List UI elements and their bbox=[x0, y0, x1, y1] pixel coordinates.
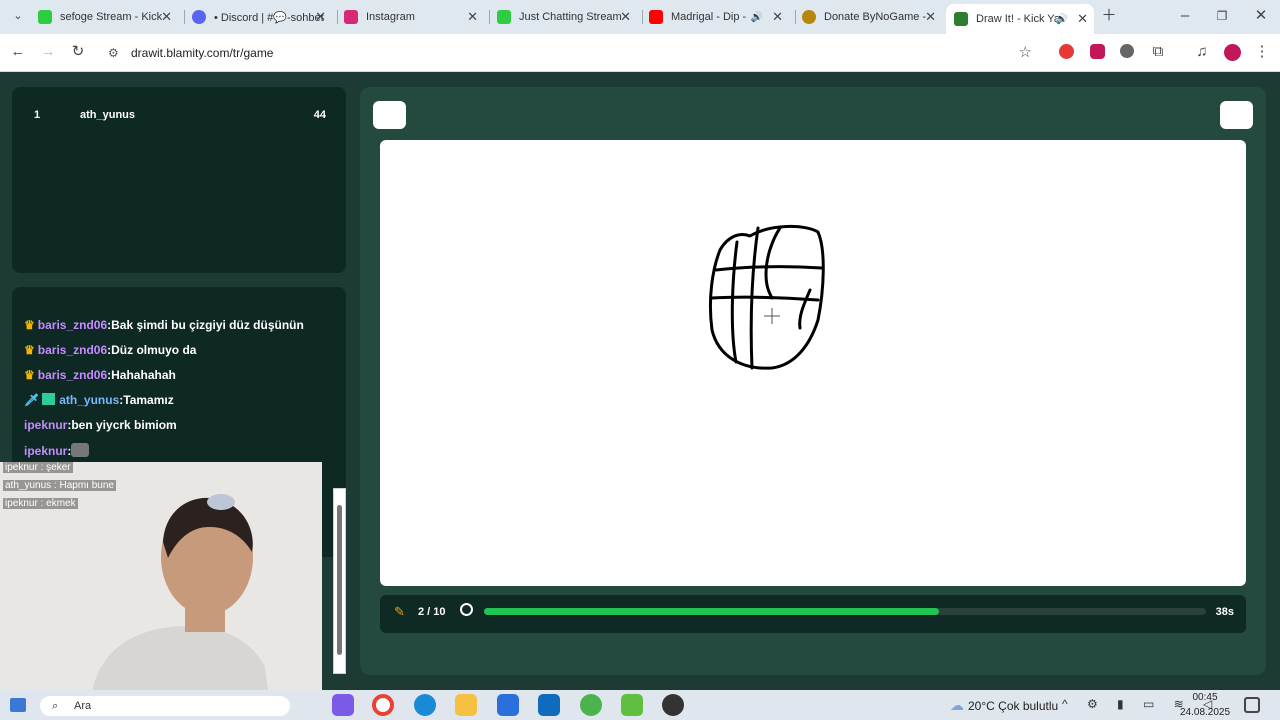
new-tab-plus-icon[interactable]: ＋ bbox=[1099, 6, 1119, 26]
tab-draw-it[interactable]: Draw It! - Kick Ya 🔊 ✕ bbox=[946, 4, 1094, 34]
extension-gear-icon[interactable] bbox=[1120, 44, 1134, 58]
leaderboard-panel: 1 ath_yunus 44 bbox=[12, 87, 346, 273]
close-icon[interactable]: ✕ bbox=[925, 9, 936, 25]
youtube-favicon-icon bbox=[649, 10, 663, 24]
reload-icon[interactable]: ↻ bbox=[68, 42, 88, 62]
pencil-icon: ✎ bbox=[394, 604, 405, 619]
bynogame-favicon-icon bbox=[802, 10, 816, 24]
close-icon[interactable]: ✕ bbox=[772, 9, 783, 25]
file-explorer-icon[interactable] bbox=[455, 694, 477, 716]
chat-message: ♛ baris_znd06:Bak şimdi bu çizgiyi düz dü… bbox=[24, 318, 304, 332]
site-info-icon[interactable]: ⚙ bbox=[108, 39, 119, 67]
clock-date: 24.08.2025 bbox=[1180, 707, 1231, 718]
windows-taskbar: ⌕ Ara ☁ 20°C Çok bulutlu ^ ⚙ ▮ ▭ ≋ ◁ 00:4… bbox=[0, 690, 1280, 720]
drawing-canvas[interactable] bbox=[380, 140, 1246, 586]
chat-message: ♛ baris_znd06:Düz olmuyo da bbox=[24, 343, 197, 357]
instagram-favicon-icon bbox=[344, 10, 358, 24]
close-icon[interactable]: ✕ bbox=[467, 9, 478, 25]
chat-message: ipeknur: bbox=[24, 443, 90, 458]
cat-emote-icon bbox=[71, 443, 90, 457]
right-tool-button[interactable] bbox=[1220, 101, 1253, 129]
game-board: ✎ 2 / 10 38s bbox=[360, 87, 1266, 675]
chrome-icon[interactable] bbox=[372, 694, 394, 716]
tab-instagram[interactable]: Instagram ✕ bbox=[344, 4, 484, 30]
overlay-chat-line: ipeknur : ekmek bbox=[3, 498, 78, 509]
tab-just-chatting[interactable]: Just Chatting Stream ✕ bbox=[497, 4, 637, 30]
chat-message: ♛ baris_znd06:Hahahahah bbox=[24, 368, 176, 382]
chat-message: 🗡 ath_yunus:Tamamız bbox=[24, 393, 174, 407]
forward-arrow-icon[interactable]: → bbox=[38, 42, 58, 62]
profile-avatar[interactable] bbox=[1224, 44, 1241, 61]
back-arrow-icon[interactable]: ← bbox=[8, 42, 28, 62]
kick-favicon-icon bbox=[38, 10, 52, 24]
url-text: drawit.blamity.com/tr/game bbox=[131, 46, 274, 60]
drawit-favicon-icon bbox=[954, 12, 968, 26]
sword-badge-icon: 🗡 bbox=[24, 393, 40, 407]
minimize-window-icon[interactable]: – bbox=[1175, 6, 1195, 26]
search-icon: ⌕ bbox=[52, 700, 59, 712]
audio-playing-icon[interactable]: 🔊 bbox=[1056, 14, 1068, 25]
clock[interactable]: 00:45 24.08.2025 bbox=[1180, 690, 1230, 720]
edge-icon[interactable] bbox=[414, 694, 436, 716]
bookmark-star-icon[interactable]: ☆ bbox=[1019, 39, 1032, 67]
chat-message: ipeknur:ben yiycrk bimiom bbox=[24, 418, 177, 432]
weather-widget[interactable]: ☁ 20°C Çok bulutlu bbox=[950, 697, 1058, 714]
recording-app-icon[interactable] bbox=[662, 694, 684, 716]
tab-madrigal[interactable]: Madrigal - Dip - 🔊 ✕ bbox=[649, 4, 789, 30]
maximize-window-icon[interactable]: ❐ bbox=[1212, 6, 1232, 26]
round-counter: 2 / 10 bbox=[418, 606, 446, 618]
tab-strip: ⌄ sefoge Stream - Kick ✕ • Discord | #💬-… bbox=[0, 0, 1280, 34]
close-icon[interactable]: ✕ bbox=[620, 9, 631, 25]
crown-badge-icon: ♛ bbox=[24, 343, 35, 357]
overlay-chat-line: ipeknur : şeker bbox=[3, 462, 73, 473]
address-bar[interactable]: ⚙ drawit.blamity.com/tr/game ☆ bbox=[100, 39, 1042, 67]
cloud-icon: ☁ bbox=[950, 697, 964, 713]
left-tool-button[interactable] bbox=[373, 101, 406, 129]
time-progress-bar bbox=[484, 608, 1206, 615]
extension-youtube-icon[interactable] bbox=[1090, 44, 1105, 59]
crown-badge-icon: ♛ bbox=[24, 368, 35, 382]
kebab-menu-icon[interactable]: ⋮ bbox=[1252, 42, 1272, 62]
page-scrollbar[interactable] bbox=[333, 488, 346, 674]
tab-list-chevron-icon[interactable]: ⌄ bbox=[8, 6, 28, 26]
crown-badge-icon: ♛ bbox=[24, 318, 35, 332]
media-controls-icon[interactable]: ♫ bbox=[1192, 42, 1212, 62]
tab-sefoge[interactable]: sefoge Stream - Kick ✕ bbox=[38, 4, 178, 30]
audio-playing-icon[interactable]: 🔊 bbox=[751, 12, 763, 23]
close-icon[interactable]: ✕ bbox=[161, 9, 172, 25]
browser-toolbar: ← → ↻ ⚙ drawit.blamity.com/tr/game ☆ ⧉ ♫… bbox=[0, 34, 1280, 72]
player-name: ath_yunus bbox=[80, 109, 136, 121]
android-app-icon[interactable] bbox=[621, 694, 643, 716]
round-status-bar: ✎ 2 / 10 38s bbox=[380, 595, 1246, 633]
microsoft-store-icon[interactable] bbox=[497, 694, 519, 716]
taskbar-search[interactable]: ⌕ Ara bbox=[40, 696, 290, 716]
scrollbar-thumb[interactable] bbox=[337, 505, 342, 655]
og-badge-icon bbox=[42, 393, 56, 405]
close-window-icon[interactable]: ✕ bbox=[1251, 6, 1271, 26]
tab-discord[interactable]: • Discord | #💬-sohbet ✕ bbox=[192, 4, 332, 30]
utorrent-icon[interactable] bbox=[580, 694, 602, 716]
stopwatch-icon bbox=[460, 603, 473, 616]
copilot-icon[interactable] bbox=[332, 694, 354, 716]
crosshair-cursor-icon bbox=[764, 308, 780, 324]
start-windows-icon[interactable] bbox=[10, 698, 26, 712]
extensions-puzzle-icon[interactable]: ⧉ bbox=[1148, 42, 1168, 62]
time-remaining: 38s bbox=[1215, 606, 1234, 618]
streamer-webcam: ipeknur : şeker ath_yunus : Hapmı bune i… bbox=[0, 462, 322, 705]
extension-red-icon[interactable] bbox=[1059, 44, 1074, 59]
clock-time: 00:45 bbox=[1192, 692, 1218, 703]
tab-donate-bynogame[interactable]: Donate ByNoGame - ✕ bbox=[802, 4, 942, 30]
discord-favicon-icon bbox=[192, 10, 206, 24]
overlay-chat-line: ath_yunus : Hapmı bune bbox=[3, 480, 116, 491]
time-progress-fill bbox=[484, 608, 939, 615]
drawing-strokes bbox=[708, 224, 825, 370]
close-icon[interactable]: ✕ bbox=[1077, 11, 1088, 27]
player-score: 44 bbox=[313, 109, 326, 121]
close-icon[interactable]: ✕ bbox=[315, 9, 326, 25]
notification-icon[interactable] bbox=[1244, 697, 1260, 713]
outlook-icon[interactable] bbox=[538, 694, 560, 716]
kick-favicon-icon bbox=[497, 10, 511, 24]
player-rank: 1 bbox=[34, 109, 41, 121]
